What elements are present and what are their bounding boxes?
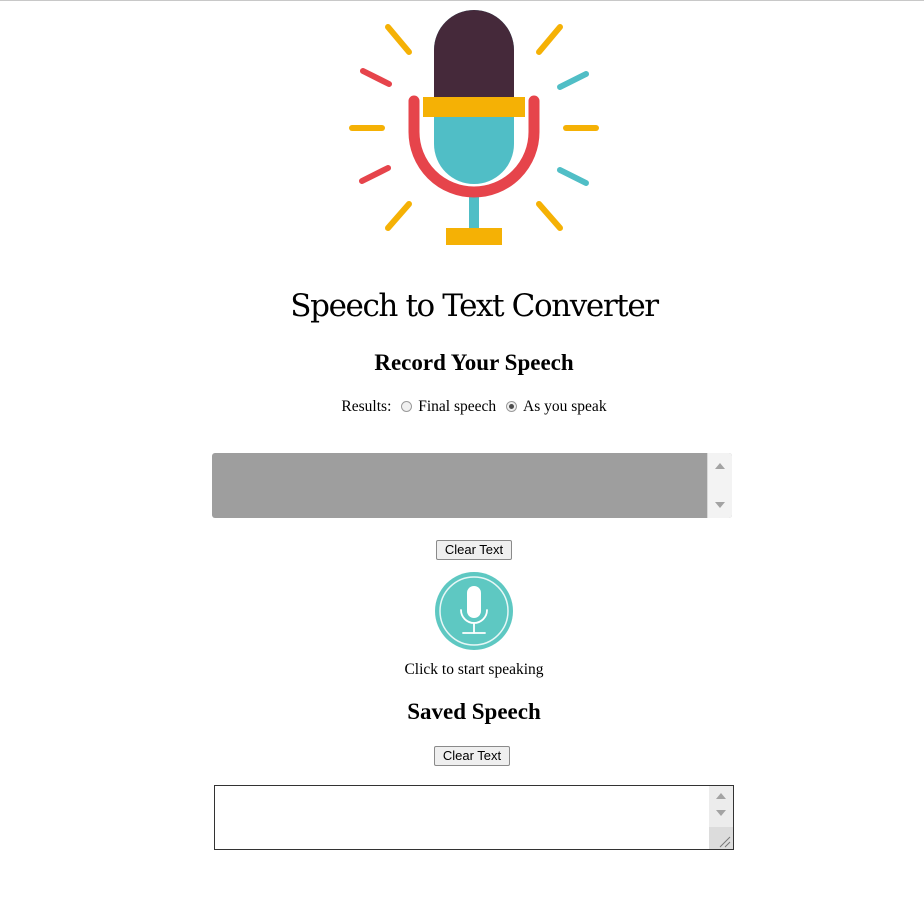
record-heading: Record Your Speech — [374, 350, 574, 375]
top-divider — [0, 0, 924, 1]
results-options: Results: Final speech As you speak — [0, 398, 924, 416]
page-title: Speech to Text Converter — [290, 288, 659, 324]
start-recording-mic-button[interactable] — [434, 571, 514, 651]
saved-speech-textarea[interactable] — [214, 785, 734, 850]
scroll-up-arrow-icon[interactable] — [716, 793, 726, 799]
microphone-logo-icon — [349, 10, 599, 245]
live-transcript-textarea[interactable] — [212, 453, 732, 518]
live-transcript-scrollbar[interactable] — [707, 453, 732, 518]
resize-grip-icon[interactable] — [709, 827, 733, 849]
scroll-down-arrow-icon[interactable] — [715, 502, 725, 508]
clear-live-text-button[interactable]: Clear Text — [436, 540, 512, 560]
scroll-up-arrow-icon[interactable] — [715, 463, 725, 469]
as-you-speak-radio[interactable] — [506, 401, 518, 412]
results-label: Results: — [341, 398, 392, 415]
saved-speech-scrollbar[interactable] — [709, 786, 733, 849]
saved-speech-heading: Saved Speech — [407, 699, 541, 724]
final-speech-radio[interactable] — [401, 401, 413, 412]
as-you-speak-label[interactable]: As you speak — [523, 398, 607, 415]
clear-saved-text-button[interactable]: Clear Text — [434, 746, 510, 766]
scroll-down-arrow-icon[interactable] — [716, 810, 726, 816]
mic-caption: Click to start speaking — [404, 661, 544, 678]
final-speech-label[interactable]: Final speech — [418, 398, 496, 415]
